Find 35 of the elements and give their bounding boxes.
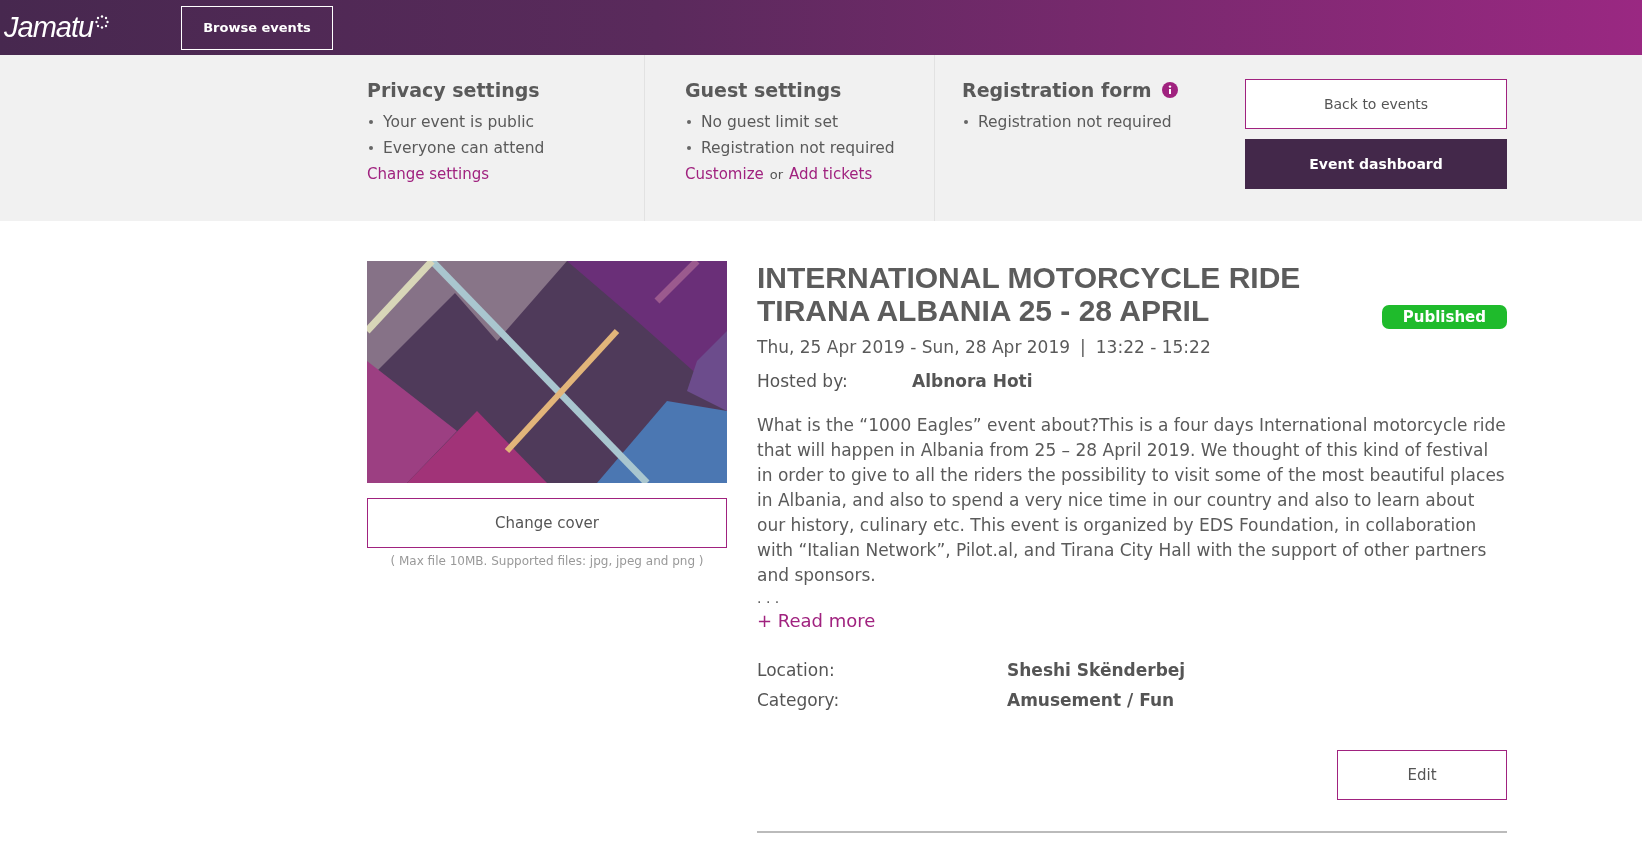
info-icon[interactable]: [1161, 82, 1178, 98]
detail-label: Location:: [757, 659, 836, 682]
logo[interactable]: Jamatu: [4, 11, 174, 44]
or-text: or: [769, 167, 784, 182]
event-times: 13:22 - 15:22: [1095, 337, 1211, 357]
file-hint: ( Max file 10MB. Supported files: jpg, jpeg and png ): [389, 554, 705, 568]
ellipsis: . . .: [757, 590, 781, 606]
settings-link[interactable]: Change settings: [367, 165, 489, 183]
setting-item: Everyone can attend: [367, 135, 545, 161]
event-description: What is the “1000 Eagles” event about?This is a four days International motorcycle ride that will happen in Albania from 25 – 28 April 2019. We thought of this kind of festival in order to give to all the riders the possibility to visit some of the most beautiful places in Albania, and also to spend a very nice time in our country and also to learn about our history, culinary etc. This event is organized by EDS Foundation, in collaboration with “Italian Network”, Pilot.al, and Tirana City Hall with the support of other partners and sponsors.: [757, 414, 1507, 587]
dots-icon: [95, 15, 110, 29]
setting-item: Registration not required: [962, 109, 1172, 135]
event-title: INTERNATIONAL MOTORCYCLE RIDE TIRANA ALBANIA 25 - 28 APRIL: [757, 261, 1302, 327]
browse-events-button[interactable]: Browse events: [181, 5, 333, 50]
detail-label: Category:: [757, 689, 841, 712]
host-label: Hosted by:: [757, 371, 849, 391]
settings-link[interactable]: Customize: [685, 165, 764, 183]
separator: |: [1080, 337, 1086, 357]
settings-link[interactable]: Add tickets: [789, 165, 873, 183]
detail-value: Amusement / Fun: [1007, 689, 1175, 712]
setting-item: Your event is public: [367, 109, 535, 135]
read-more-link[interactable]: + Read more: [757, 610, 1507, 631]
section-title: Privacy settings: [367, 79, 540, 101]
status-badge: Published: [1381, 305, 1507, 329]
setting-item: No guest limit set: [685, 109, 838, 135]
back-to-events-button[interactable]: Back to events: [1245, 79, 1507, 129]
host-name: Albnora Hoti: [912, 371, 1033, 391]
setting-item: Registration not required: [685, 135, 895, 161]
event-dashboard-button[interactable]: Event dashboard: [1245, 139, 1507, 189]
section-title: Guest settings: [685, 79, 842, 101]
event-dates: Thu, 25 Apr 2019 - Sun, 28 Apr 2019: [757, 337, 1071, 357]
section-title: Registration form: [962, 79, 1152, 101]
edit-button[interactable]: Edit: [1337, 750, 1507, 800]
change-cover-button[interactable]: Change cover: [367, 498, 727, 548]
detail-value: Sheshi Skënderbej: [1007, 659, 1186, 682]
